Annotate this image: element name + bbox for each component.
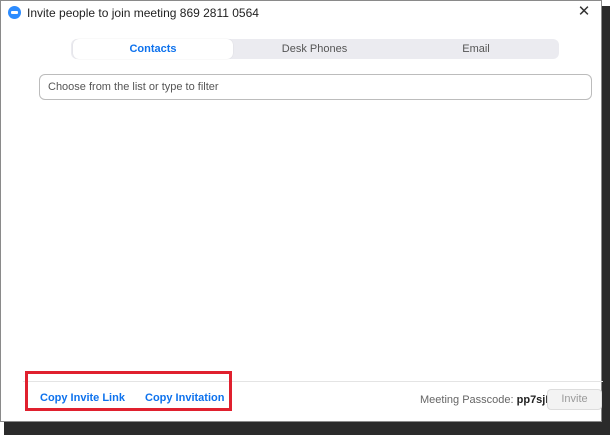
- zoom-logo-icon: [8, 6, 21, 19]
- window-title: Invite people to join meeting 869 2811 0…: [27, 6, 259, 20]
- title-bar: Invite people to join meeting 869 2811 0…: [1, 1, 601, 25]
- window-shadow-bottom: [4, 421, 610, 435]
- tab-desk-phones[interactable]: Desk Phones: [234, 39, 395, 59]
- highlight-box: [25, 371, 232, 411]
- invite-dialog: Invite people to join meeting 869 2811 0…: [0, 0, 603, 422]
- close-icon[interactable]: ✕: [575, 3, 593, 21]
- tab-bar: Desk Phones Email Contacts: [71, 39, 559, 59]
- copy-invite-link-button[interactable]: Copy Invite Link: [40, 392, 125, 404]
- filter-input[interactable]: [39, 74, 592, 100]
- passcode-label: Meeting Passcode:: [420, 394, 514, 406]
- tab-email[interactable]: Email: [395, 39, 557, 59]
- tab-contacts[interactable]: Contacts: [73, 39, 233, 59]
- copy-invitation-button[interactable]: Copy Invitation: [145, 392, 224, 404]
- meeting-passcode: Meeting Passcode: pp7sjL: [420, 394, 552, 406]
- invite-button[interactable]: Invite: [547, 389, 602, 410]
- window-shadow-right: [601, 6, 610, 435]
